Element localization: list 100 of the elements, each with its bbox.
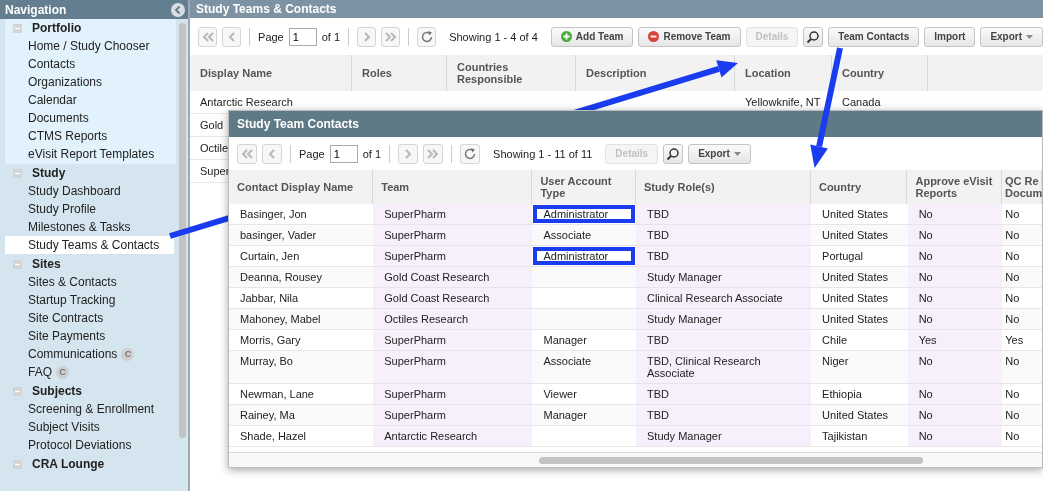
nav-item[interactable]: Contacts [5, 55, 174, 73]
nav-item[interactable]: FAQ C [5, 363, 174, 381]
table-cell: Niger [822, 355, 849, 367]
nav-item-label: Site Contracts [28, 311, 104, 325]
page-count: of 1 [321, 30, 341, 43]
nav-item[interactable]: CTMS Reports [5, 127, 174, 145]
refresh-icon[interactable] [417, 26, 437, 47]
table-cell: Administrator [543, 250, 609, 262]
table-cell: No [1005, 430, 1020, 442]
panel-title: Study Teams & Contacts [190, 0, 1043, 18]
column-header[interactable]: QC Re Docum [1002, 170, 1042, 204]
nav-item[interactable]: Study Profile [5, 200, 174, 218]
table-cell: Study Manager [647, 430, 722, 442]
export-button[interactable]: Export [980, 26, 1043, 47]
nav-item-label: Milestones & Tasks [28, 220, 131, 234]
collapse-icon[interactable] [171, 2, 185, 17]
collapse-toggle[interactable] [13, 168, 22, 178]
page-field[interactable]: 1 [288, 27, 317, 46]
table-cell: United States [822, 271, 889, 283]
table-cell: Manager [543, 409, 587, 421]
first-page-icon[interactable] [198, 26, 218, 47]
nav-item[interactable]: Screening & Enrollment [5, 400, 174, 418]
scrollbar[interactable] [539, 456, 923, 464]
section-title[interactable]: CRA Lounge [32, 457, 105, 471]
column-header[interactable]: Country [810, 170, 908, 204]
table-cell: Murray, Bo [240, 355, 293, 367]
table-cell: Ethiopia [822, 388, 862, 400]
nav-item-label: eVisit Report Templates [28, 147, 155, 161]
nav-item[interactable]: Site Contracts [5, 309, 174, 327]
table-cell: TBD [647, 250, 669, 262]
table-cell: Octiles Research [384, 313, 469, 325]
table-cell: Tajikistan [822, 430, 868, 442]
nav-item-label: Study Dashboard [28, 184, 121, 198]
table-cell: TBD, Clinical Research Associate [647, 355, 761, 379]
showing-count: Showing 1 - 4 of 4 [449, 30, 538, 43]
table-cell: Jabbar, Nila [240, 292, 299, 304]
table-cell: SuperPharm [384, 355, 447, 367]
nav-item-label: CTMS Reports [28, 129, 108, 143]
nav-item[interactable]: Study Teams & Contacts [5, 236, 174, 254]
nav-item[interactable]: eVisit Report Templates [5, 145, 174, 163]
nav-item[interactable]: Calendar [5, 91, 174, 109]
nav-item[interactable]: Home / Study Chooser [5, 37, 174, 55]
table-cell: Curtain, Jen [240, 250, 300, 262]
nav-item-label: Study Teams & Contacts [28, 238, 160, 252]
collapse-toggle[interactable] [13, 23, 22, 33]
nav-item-label: Home / Study Chooser [28, 39, 150, 53]
section-title[interactable]: Portfolio [32, 21, 82, 35]
table-cell: Yes [918, 334, 937, 346]
table-cell: Portugal [822, 250, 864, 262]
table-cell: Clinical Research Associate [647, 292, 783, 304]
table-cell: Gold Coast Research [384, 292, 490, 304]
nav-item-label: Communications [28, 347, 118, 361]
table-cell: Study Manager [647, 271, 722, 283]
nav-item[interactable]: Documents [5, 109, 174, 127]
table-cell: United States [822, 229, 889, 241]
nav-item[interactable]: Communications C [5, 345, 174, 363]
badge: C [121, 347, 135, 361]
collapse-toggle[interactable] [13, 459, 22, 469]
nav-item[interactable]: Milestones & Tasks [5, 218, 174, 236]
toolbar-button[interactable]: Import [924, 26, 976, 47]
nav-item[interactable]: Subject Visits [5, 418, 174, 436]
collapse-toggle[interactable] [13, 386, 22, 396]
nav-item[interactable]: Protocol Deviations [5, 436, 174, 454]
nav-item[interactable]: Site Payments [5, 327, 174, 345]
table-cell: SuperPharm [384, 334, 447, 346]
search-icon [806, 29, 821, 44]
remove-button[interactable]: Remove Team [638, 26, 741, 47]
table-cell: Yellowknife, NT [745, 96, 821, 108]
next-page-icon[interactable] [357, 26, 377, 47]
last-page-icon[interactable] [381, 26, 401, 47]
table-cell: No [918, 292, 933, 304]
table-cell: Newman, Lane [240, 388, 314, 400]
search-button[interactable] [803, 26, 824, 47]
nav-item-label: Study Profile [28, 202, 97, 216]
table-cell: Morris, Gary [240, 334, 301, 346]
table-cell: No [918, 409, 933, 421]
section-title[interactable]: Sites [32, 257, 61, 271]
nav-item[interactable]: Study Dashboard [5, 182, 174, 200]
table-cell: No [1005, 250, 1020, 262]
add-button[interactable]: Add Team [550, 26, 634, 47]
column-header[interactable]: Country [832, 55, 928, 91]
section-title[interactable]: Subjects [32, 384, 82, 398]
nav-item[interactable]: Sites & Contacts [5, 273, 174, 291]
caret-icon [1026, 34, 1034, 39]
section-title[interactable]: Study [32, 166, 66, 180]
table-cell: No [918, 313, 933, 325]
toolbar-button[interactable]: Team Contacts [828, 26, 920, 47]
plus-icon [560, 31, 572, 42]
table-cell: Rainey, Ma [240, 409, 295, 421]
nav-item-label: Contacts [28, 57, 76, 71]
previous-page-icon[interactable] [222, 26, 242, 47]
table-cell: United States [822, 208, 889, 220]
nav-item[interactable]: Organizations [5, 73, 174, 91]
table-cell: Antarctic Research [384, 430, 478, 442]
nav-item[interactable]: Startup Tracking [5, 291, 174, 309]
nav-item-label: Subject Visits [28, 420, 100, 434]
table-cell: No [918, 430, 933, 442]
table-cell: TBD [647, 388, 669, 400]
table-cell: Viewer [543, 388, 577, 400]
collapse-toggle[interactable] [13, 259, 22, 269]
